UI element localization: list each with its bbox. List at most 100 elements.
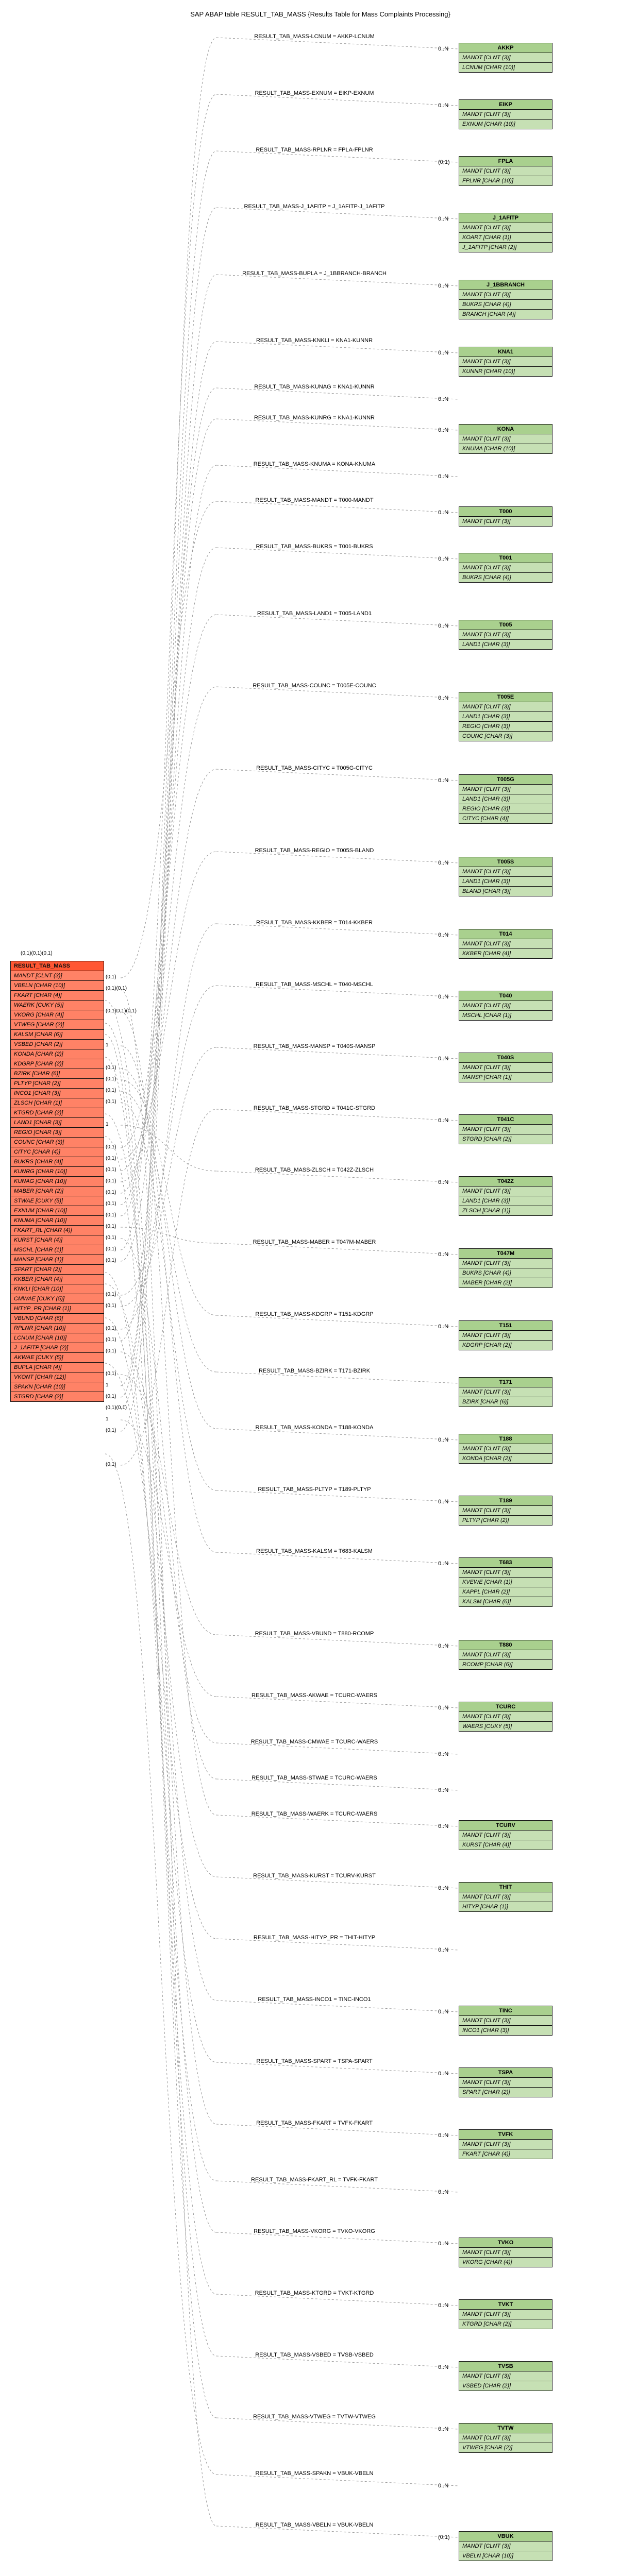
target-table-header: T005G — [459, 775, 552, 785]
relation-label: RESULT_TAB_MASS-KURST = TCURV-KURST — [191, 1873, 438, 1879]
source-cardinality: (0,1) — [106, 1462, 116, 1467]
target-cardinality: 0..N — [438, 1251, 448, 1258]
target-table-field: FKART [CHAR (4)] — [459, 2149, 552, 2159]
target-table-header: TVFK — [459, 2130, 552, 2140]
target-table-header: TVSB — [459, 2362, 552, 2371]
source-cardinality: (0,1)(0,1) — [106, 1405, 127, 1411]
relation-label: RESULT_TAB_MASS-STWAE = TCURC-WAERS — [191, 1775, 438, 1781]
target-table-field: LAND1 [CHAR (3)] — [459, 640, 552, 649]
main-table-field: LAND1 [CHAR (3)] — [11, 1118, 104, 1128]
main-table-field: FKART_RL [CHAR (4)] — [11, 1226, 104, 1235]
target-table-field: KOART [CHAR (1)] — [459, 233, 552, 243]
main-table-field: LCNUM [CHAR (10)] — [11, 1333, 104, 1343]
source-cardinality: (0,1) — [106, 1224, 116, 1229]
target-table-header: T171 — [459, 1378, 552, 1387]
target-table: TVTWMANDT [CLNT (3)]VTWEG [CHAR (2)] — [459, 2423, 552, 2453]
target-cardinality: 0..N — [438, 1947, 448, 1953]
target-table: TVKOMANDT [CLNT (3)]VKORG [CHAR (4)] — [459, 2238, 552, 2267]
relation-label: RESULT_TAB_MASS-RPLNR = FPLA-FPLNR — [191, 147, 438, 153]
relation-label: RESULT_TAB_MASS-KALSM = T683-KALSM — [191, 1548, 438, 1554]
target-table-field: MANDT [CLNT (3)] — [459, 357, 552, 367]
main-table: RESULT_TAB_MASS MANDT [CLNT (3)]VBELN [C… — [10, 961, 104, 1402]
target-table: TCURCMANDT [CLNT (3)]WAERS [CUKY (5)] — [459, 1702, 552, 1732]
main-table-field: VSBED [CHAR (2)] — [11, 1040, 104, 1049]
target-cardinality: 0..N — [438, 623, 448, 629]
target-table: T151MANDT [CLNT (3)]KDGRP [CHAR (2)] — [459, 1320, 552, 1350]
target-cardinality: 0..N — [438, 994, 448, 1000]
target-table-field: LAND1 [CHAR (3)] — [459, 877, 552, 887]
main-table-field: MSCHL [CHAR (1)] — [11, 1245, 104, 1255]
target-table: T005GMANDT [CLNT (3)]LAND1 [CHAR (3)]REG… — [459, 774, 552, 824]
target-table: EIKPMANDT [CLNT (3)]EXNUM [CHAR (10)] — [459, 99, 552, 129]
target-cardinality: 0..N — [438, 2302, 448, 2309]
main-table-field: KURST [CHAR (4)] — [11, 1235, 104, 1245]
source-cardinality: (0,1) — [106, 1326, 116, 1331]
relation-label: RESULT_TAB_MASS-VSBED = TVSB-VSBED — [191, 2352, 438, 2358]
source-cardinality: 1 — [106, 1122, 109, 1127]
target-cardinality: 0..N — [438, 932, 448, 938]
target-table-field: MANDT [CLNT (3)] — [459, 2078, 552, 2088]
relation-label: RESULT_TAB_MASS-HITYP_PR = THIT-HITYP — [191, 1935, 438, 1941]
target-table-header: T040S — [459, 1053, 552, 1063]
relation-label: RESULT_TAB_MASS-KUNRG = KNA1-KUNNR — [191, 415, 438, 421]
target-table-field: INCO1 [CHAR (3)] — [459, 2026, 552, 2035]
relation-label: RESULT_TAB_MASS-CITYC = T005G-CITYC — [191, 765, 438, 771]
main-table-field: PLTYP [CHAR (2)] — [11, 1079, 104, 1089]
target-cardinality: 0..N — [438, 2071, 448, 2077]
target-table-field: MANDT [CLNT (3)] — [459, 2016, 552, 2026]
target-table: T188MANDT [CLNT (3)]KONDA [CHAR (2)] — [459, 1434, 552, 1464]
relation-label: RESULT_TAB_MASS-KTGRD = TVKT-KTGRD — [191, 2290, 438, 2296]
relation-label: RESULT_TAB_MASS-SPART = TSPA-SPART — [191, 2058, 438, 2064]
relation-label: RESULT_TAB_MASS-KONDA = T188-KONDA — [191, 1425, 438, 1431]
target-table-field: MANDT [CLNT (3)] — [459, 2310, 552, 2319]
target-table-field: EXNUM [CHAR (10)] — [459, 120, 552, 129]
target-table: AKKPMANDT [CLNT (3)]LCNUM [CHAR (10)] — [459, 43, 552, 73]
target-table-field: KKBER [CHAR (4)] — [459, 949, 552, 958]
target-table: T014MANDT [CLNT (3)]KKBER [CHAR (4)] — [459, 929, 552, 959]
target-table-field: MANDT [CLNT (3)] — [459, 1712, 552, 1722]
relation-label: RESULT_TAB_MASS-VBUND = T880-RCOMP — [191, 1631, 438, 1637]
target-cardinality: 0..N — [438, 1823, 448, 1829]
target-table-field: REGIO [CHAR (3)] — [459, 804, 552, 814]
target-table-header: TCURC — [459, 1702, 552, 1712]
target-table-field: WAERS [CUKY (5)] — [459, 1722, 552, 1731]
page-title: SAP ABAP table RESULT_TAB_MASS {Results … — [10, 10, 620, 18]
target-table-header: TVTW — [459, 2424, 552, 2433]
relation-label: RESULT_TAB_MASS-MANDT = T000-MANDT — [191, 497, 438, 503]
source-cardinality: (0,1) — [106, 1144, 116, 1150]
target-cardinality: 0..N — [438, 510, 448, 516]
source-cardinality: (0,1) — [106, 1065, 116, 1071]
relation-label: RESULT_TAB_MASS-MSCHL = T040-MSCHL — [191, 981, 438, 988]
target-cardinality: 0..N — [438, 2009, 448, 2015]
target-table-field: KONDA [CHAR (2)] — [459, 1454, 552, 1463]
target-table-header: TINC — [459, 2006, 552, 2016]
target-table-field: MANDT [CLNT (3)] — [459, 517, 552, 526]
main-table-field: COUNC [CHAR (3)] — [11, 1138, 104, 1147]
target-table-field: MANDT [CLNT (3)] — [459, 1387, 552, 1397]
source-cardinality: (0,1) — [106, 1190, 116, 1195]
main-table-header: RESULT_TAB_MASS — [11, 961, 104, 971]
target-table: KONAMANDT [CLNT (3)]KNUMA [CHAR (10)] — [459, 424, 552, 454]
target-table-field: MANDT [CLNT (3)] — [459, 1444, 552, 1454]
target-table-field: BUKRS [CHAR (4)] — [459, 573, 552, 582]
target-table: TVFKMANDT [CLNT (3)]FKART [CHAR (4)] — [459, 2129, 552, 2159]
target-table: J_1BBRANCHMANDT [CLNT (3)]BUKRS [CHAR (4… — [459, 280, 552, 319]
target-cardinality: (0,1) — [438, 2534, 450, 2540]
main-table-field: VTWEG [CHAR (2)] — [11, 1020, 104, 1030]
target-cardinality: 0..N — [438, 396, 448, 402]
target-table: TINCMANDT [CLNT (3)]INCO1 [CHAR (3)] — [459, 2006, 552, 2036]
target-table-field: REGIO [CHAR (3)] — [459, 722, 552, 732]
main-table-field: BZIRK [CHAR (6)] — [11, 1069, 104, 1079]
relation-label: RESULT_TAB_MASS-LCNUM = AKKP-LCNUM — [191, 33, 438, 40]
target-cardinality: 0..N — [438, 2426, 448, 2432]
target-table-field: BLAND [CHAR (3)] — [459, 887, 552, 896]
target-table-header: TCURV — [459, 1821, 552, 1831]
target-table-field: MANDT [CLNT (3)] — [459, 223, 552, 233]
target-table-field: ZLSCH [CHAR (1)] — [459, 1206, 552, 1215]
target-cardinality: 0..N — [438, 2189, 448, 2195]
target-table-field: MANDT [CLNT (3)] — [459, 1187, 552, 1196]
relation-label: RESULT_TAB_MASS-KNKLI = KNA1-KUNNR — [191, 337, 438, 344]
source-cardinality: (0,1) — [106, 1212, 116, 1218]
source-cardinality: (0,1) — [106, 1088, 116, 1093]
source-cardinality: 1 — [106, 1042, 109, 1048]
